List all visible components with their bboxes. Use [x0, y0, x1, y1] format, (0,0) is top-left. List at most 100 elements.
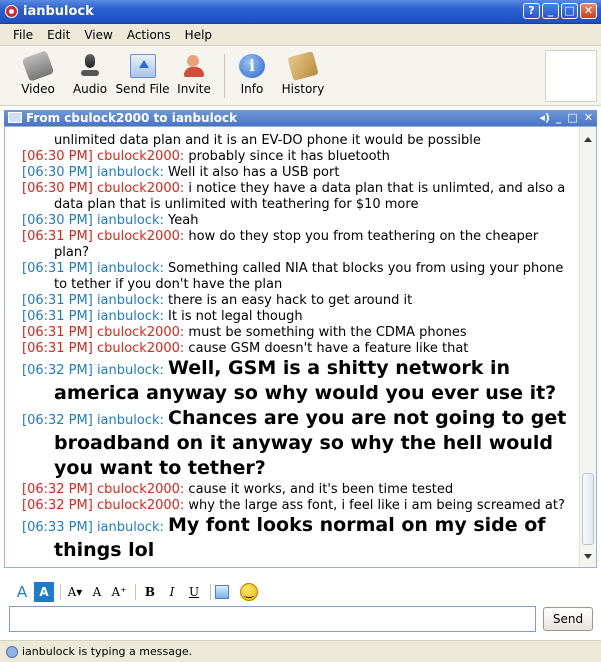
message-text: cause it works, and it's been time teste…	[188, 482, 454, 497]
message-timestamp: [06:32 PM]	[22, 363, 93, 378]
menu-view[interactable]: View	[77, 28, 119, 42]
chat-message: [06:30 PM] cbulock2000: i notice they ha…	[22, 181, 577, 213]
scroll-up-icon[interactable]	[584, 137, 592, 142]
conversation-controls: ◂) _ □ ✕	[539, 111, 593, 124]
send-file-button[interactable]: Send File	[115, 54, 170, 96]
message-text: probably since it has bluetooth	[188, 149, 390, 164]
status-bar: ianbulock is typing a message.	[0, 640, 601, 662]
scroll-thumb[interactable]	[582, 473, 594, 545]
chat-message: [06:30 PM] cbulock2000: probably since i…	[22, 149, 577, 165]
close-button[interactable]: ✕	[580, 3, 597, 19]
message-sender: cbulock2000:	[96, 341, 185, 356]
message-text: Yeah	[168, 213, 199, 228]
insert-image-icon[interactable]	[215, 585, 229, 599]
restore-pane-button[interactable]: □	[567, 111, 577, 124]
message-sender: ianbulock:	[96, 309, 164, 324]
webcam-icon	[21, 50, 55, 82]
send-file-label: Send File	[115, 82, 170, 96]
minimize-button[interactable]: _	[542, 3, 559, 19]
message-sender: cbulock2000:	[96, 482, 185, 497]
menu-actions[interactable]: Actions	[120, 28, 178, 42]
conversation-header: From cbulock2000 to ianbulock ◂) _ □ ✕	[4, 110, 597, 126]
window-controls: ? _ □ ✕	[523, 3, 597, 19]
increase-font-button[interactable]: A⁺	[109, 582, 129, 602]
scroll-down-icon[interactable]	[584, 554, 592, 559]
message-sender: ianbulock:	[96, 413, 164, 428]
format-spacer	[235, 584, 236, 600]
history-button[interactable]: History	[278, 51, 328, 96]
display-picture[interactable]	[545, 50, 597, 102]
chat-message: [06:32 PM] cbulock2000: why the large as…	[22, 498, 577, 514]
message-text: why the large ass font, i feel like i am…	[188, 498, 565, 513]
message-list: unlimited data plan and it is an EV-DO p…	[22, 133, 577, 564]
message-sender: ianbulock:	[96, 363, 164, 378]
menu-help[interactable]: Help	[178, 28, 219, 42]
maximize-button[interactable]: □	[561, 3, 578, 19]
chat-message: [06:30 PM] ianbulock: Well it also has a…	[22, 165, 577, 181]
message-timestamp: [06:30 PM]	[22, 149, 93, 164]
send-file-icon	[129, 54, 156, 78]
transcript-scrollbar[interactable]	[579, 127, 596, 567]
message-timestamp: [06:30 PM]	[22, 213, 93, 228]
format-divider	[135, 584, 136, 600]
minimize-pane-button[interactable]: _	[556, 111, 562, 124]
typing-status-icon	[6, 646, 18, 658]
audio-button[interactable]: Audio	[65, 54, 115, 96]
menu-file[interactable]: File	[6, 28, 40, 42]
chat-message: [06:32 PM] ianbulock: Chances are you ar…	[22, 407, 577, 482]
chat-message: [06:31 PM] cbulock2000: must be somethin…	[22, 325, 577, 341]
volume-icon[interactable]: ◂)	[539, 111, 550, 124]
message-timestamp: [06:31 PM]	[22, 325, 93, 340]
message-sender: ianbulock:	[96, 520, 164, 535]
invite-button[interactable]: Invite	[169, 54, 219, 96]
window-title: ianbulock	[23, 4, 94, 19]
font-color-button[interactable]: A	[12, 582, 32, 602]
menu-bar: File Edit View Actions Help	[0, 24, 601, 46]
menu-edit[interactable]: Edit	[40, 28, 77, 42]
conversation-icon	[8, 112, 22, 123]
conversation-title: From cbulock2000 to ianbulock	[26, 111, 238, 125]
help-button[interactable]: ?	[523, 3, 540, 19]
toolbar-divider	[224, 54, 225, 98]
message-sender: ianbulock:	[96, 293, 164, 308]
message-timestamp: [06:33 PM]	[22, 520, 93, 535]
message-input-box	[9, 606, 536, 632]
bold-button[interactable]: B	[140, 582, 160, 602]
message-text: It is not legal though	[168, 309, 303, 324]
chat-message: unlimited data plan and it is an EV-DO p…	[22, 133, 577, 149]
info-icon: i	[239, 54, 265, 78]
underline-button[interactable]: U	[184, 582, 204, 602]
chat-message: [06:30 PM] ianbulock: Yeah	[22, 213, 577, 229]
message-sender: cbulock2000:	[96, 149, 185, 164]
chat-message: [06:31 PM] ianbulock: It is not legal th…	[22, 309, 577, 325]
microphone-icon	[77, 54, 103, 78]
message-input[interactable]	[10, 607, 535, 631]
close-pane-button[interactable]: ✕	[584, 111, 593, 124]
send-button[interactable]: Send	[543, 607, 593, 631]
message-timestamp: [06:32 PM]	[22, 413, 93, 428]
decrease-font-button[interactable]: A	[87, 582, 107, 602]
smiley-icon[interactable]: ‿	[240, 583, 258, 601]
message-timestamp: [06:31 PM]	[22, 261, 93, 276]
font-menu-button[interactable]: A▾	[65, 582, 85, 602]
chat-message: [06:31 PM] ianbulock: there is an easy h…	[22, 293, 577, 309]
message-text: Well it also has a USB port	[168, 165, 340, 180]
chat-message: [06:32 PM] ianbulock: Well, GSM is a shi…	[22, 357, 577, 407]
italic-button[interactable]: I	[162, 582, 182, 602]
format-divider	[210, 584, 211, 600]
title-bar: ianbulock ? _ □ ✕	[0, 0, 601, 24]
info-button[interactable]: i Info	[227, 54, 277, 96]
app-icon[interactable]	[5, 5, 18, 18]
message-text: unlimited data plan and it is an EV-DO p…	[54, 133, 481, 148]
message-sender: ianbulock:	[96, 261, 164, 276]
message-text: there is an easy hack to get around it	[168, 293, 413, 308]
message-timestamp: [06:31 PM]	[22, 293, 93, 308]
message-sender: cbulock2000:	[96, 498, 185, 513]
message-timestamp: [06:31 PM]	[22, 341, 93, 356]
chat-transcript[interactable]: unlimited data plan and it is an EV-DO p…	[4, 126, 597, 568]
background-color-button[interactable]: A	[34, 582, 54, 602]
message-timestamp: [06:31 PM]	[22, 309, 93, 324]
video-button[interactable]: Video	[13, 50, 63, 96]
message-timestamp: [06:32 PM]	[22, 482, 93, 497]
message-timestamp: [06:32 PM]	[22, 498, 93, 513]
